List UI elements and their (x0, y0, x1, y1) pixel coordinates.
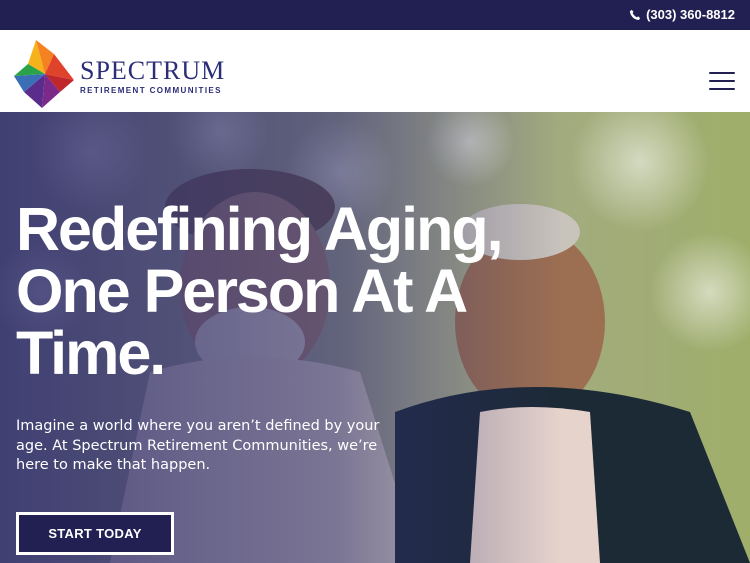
logo[interactable]: SPECTRUM RETIREMENT COMMUNITIES (14, 40, 225, 108)
site-header: SPECTRUM RETIREMENT COMMUNITIES (0, 30, 750, 112)
phone-icon (629, 9, 641, 20)
spectrum-logo-mark-icon (14, 40, 74, 108)
menu-bar (709, 80, 735, 82)
start-today-button[interactable]: START TODAY (16, 512, 174, 555)
menu-bar (709, 72, 735, 74)
hamburger-menu-icon[interactable] (709, 72, 735, 90)
logo-text: SPECTRUM RETIREMENT COMMUNITIES (80, 55, 226, 95)
logo-subtitle: RETIREMENT COMMUNITIES (80, 85, 222, 95)
top-bar: (303) 360-8812 (0, 0, 750, 30)
hero-headline: Redefining Aging, One Person At A Time. (16, 195, 504, 387)
hero-section: Redefining Aging, One Person At A Time. … (0, 112, 750, 563)
hero-subtext: Imagine a world where you aren’t defined… (16, 418, 380, 473)
menu-bar (709, 88, 735, 90)
logo-name: SPECTRUM (80, 55, 226, 85)
phone-number: (303) 360-8812 (646, 7, 735, 22)
phone-link[interactable]: (303) 360-8812 (629, 7, 735, 22)
